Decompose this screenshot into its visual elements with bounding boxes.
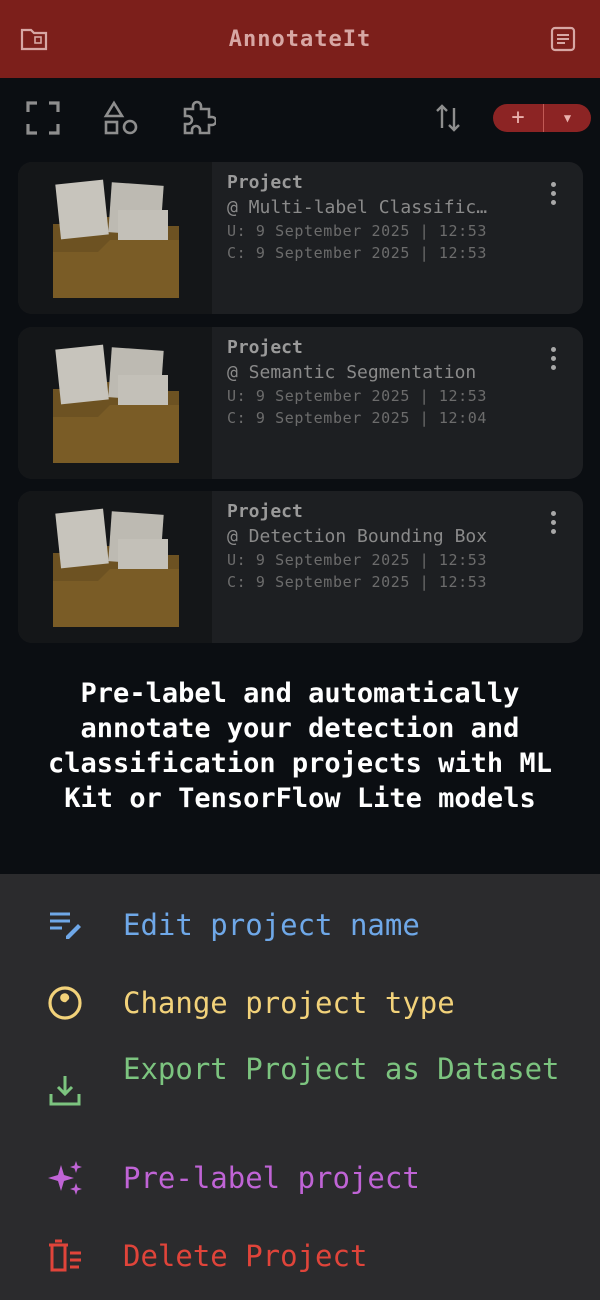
add-project-split-button[interactable]: + ▼ (493, 104, 591, 132)
add-project-button[interactable]: + (493, 104, 544, 132)
folder-thumbnail-icon (18, 327, 212, 479)
prelabel-promo-text: Pre-label and automatically annotate you… (48, 678, 552, 814)
updated-date: U: 9 September 2025 | 12:53 (227, 222, 488, 240)
folder-thumbnail-icon (18, 162, 212, 314)
updated-date: U: 9 September 2025 | 12:53 (227, 387, 488, 405)
pre-label-project-option[interactable]: Pre-label project (0, 1157, 600, 1199)
project-card[interactable]: Project @ Detection Bounding Box U: 9 Se… (18, 491, 583, 643)
chevron-down-icon[interactable]: ▼ (544, 104, 591, 132)
project-kind: Project (227, 501, 303, 522)
wrench-circle-icon (48, 986, 82, 1020)
project-meta: Project @ Semantic Segmentation U: 9 Sep… (227, 335, 527, 429)
download-icon (49, 1076, 81, 1106)
export-project-option[interactable]: Export Project as Dataset (0, 1048, 600, 1132)
app-title: AnnotateIt (228, 26, 372, 52)
delete-icon (49, 1239, 81, 1272)
sparkles-icon (48, 1161, 82, 1195)
delete-project-option[interactable]: Delete Project (0, 1235, 600, 1277)
project-kind: Project (227, 337, 303, 358)
more-vert-icon[interactable] (549, 347, 557, 375)
app-bar: AnnotateIt (0, 0, 600, 78)
folder-thumbnail-icon (18, 491, 212, 643)
project-type: @ Semantic Segmentation (227, 362, 477, 383)
pre-label-project-label: Pre-label project (123, 1161, 420, 1195)
project-card[interactable]: Project @ Multi-label Classific… U: 9 Se… (18, 162, 583, 314)
created-date: C: 9 September 2025 | 12:53 (227, 573, 488, 591)
folder-image-icon[interactable] (20, 26, 48, 52)
change-project-type-label: Change project type (123, 986, 455, 1020)
updated-date: U: 9 September 2025 | 12:53 (227, 551, 488, 569)
edit-project-name-option[interactable]: Edit project name (0, 904, 600, 946)
fullscreen-icon[interactable] (25, 100, 61, 136)
change-project-type-option[interactable]: Change project type (0, 982, 600, 1024)
delete-project-label: Delete Project (123, 1239, 368, 1273)
project-type: @ Detection Bounding Box (227, 526, 488, 547)
project-card[interactable]: Project @ Semantic Segmentation U: 9 Sep… (18, 327, 583, 479)
puzzle-icon[interactable] (180, 100, 216, 136)
sort-icon[interactable] (430, 100, 466, 136)
project-meta: Project @ Multi-label Classific… U: 9 Se… (227, 170, 527, 264)
more-vert-icon[interactable] (549, 511, 557, 539)
notes-icon[interactable] (550, 26, 576, 52)
more-vert-icon[interactable] (549, 182, 557, 210)
project-meta: Project @ Detection Bounding Box U: 9 Se… (227, 499, 527, 593)
project-type: @ Multi-label Classific… (227, 197, 488, 218)
shapes-icon[interactable] (103, 100, 139, 136)
export-project-label: Export Project as Dataset (123, 1052, 560, 1086)
project-kind: Project (227, 172, 303, 193)
project-actions-sheet: Edit project name Change project type Ex… (0, 874, 600, 1300)
edit-list-icon (50, 912, 81, 939)
created-date: C: 9 September 2025 | 12:53 (227, 244, 488, 262)
edit-project-name-label: Edit project name (123, 908, 420, 942)
created-date: C: 9 September 2025 | 12:04 (227, 409, 488, 427)
